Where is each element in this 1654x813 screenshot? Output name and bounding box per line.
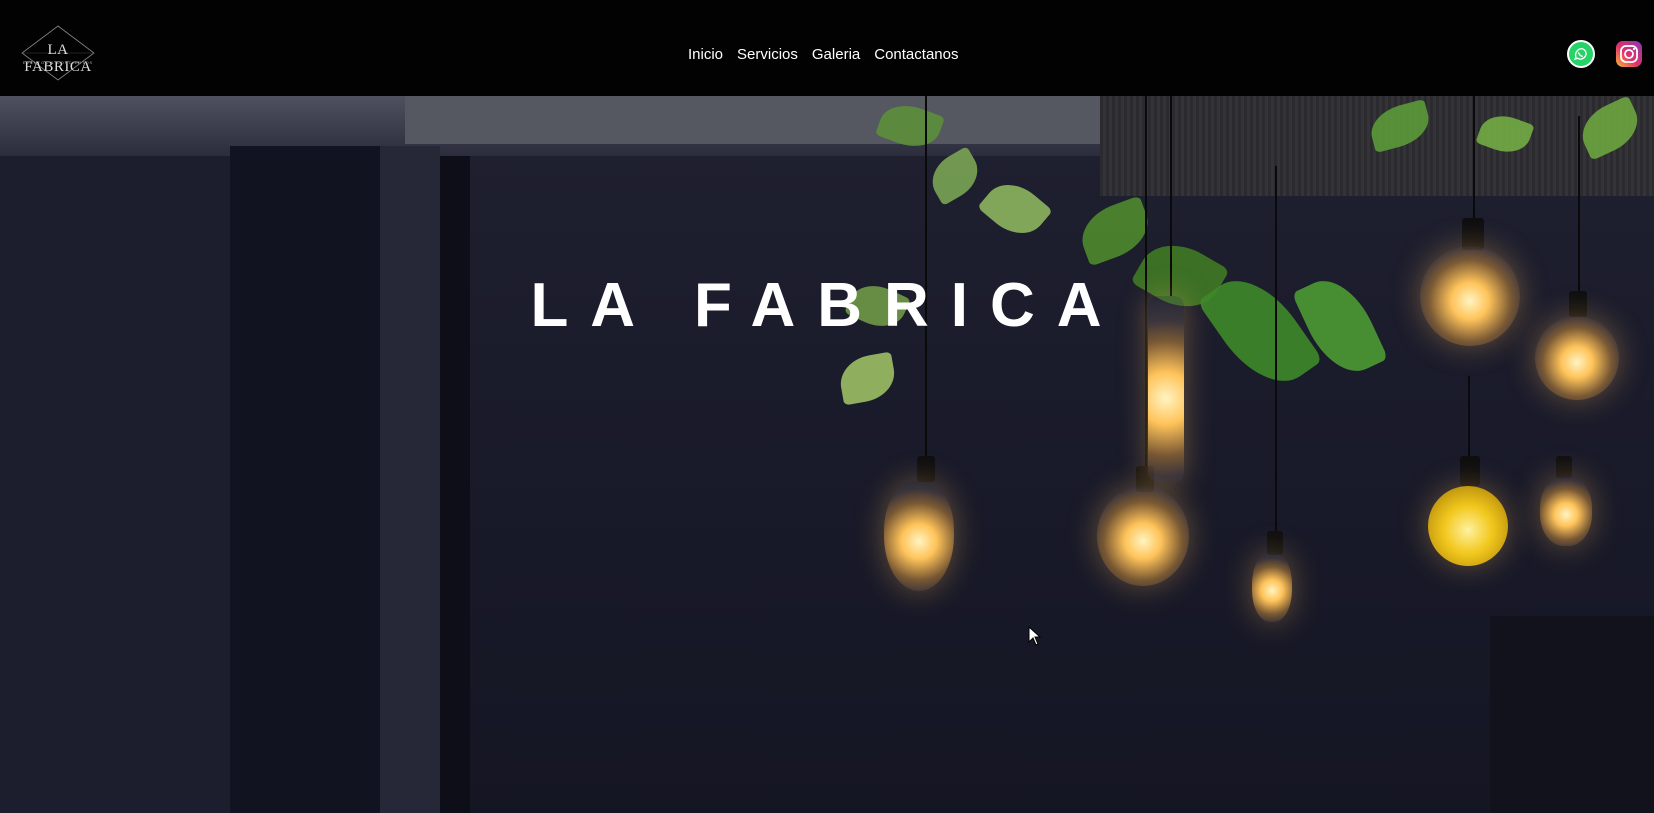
hero-dark-wall (1490, 616, 1654, 813)
nav-galeria[interactable]: Galeria (812, 46, 860, 63)
lamp-socket (1460, 456, 1480, 486)
nav-servicios[interactable]: Servicios (737, 46, 798, 63)
lamp-cord (1578, 116, 1580, 296)
mouse-cursor-icon (1028, 626, 1042, 646)
hero-pillar (440, 156, 470, 813)
site-header: LA FABRICA EVENTOS & CONCIERTOS Inicio S… (0, 0, 1654, 96)
whatsapp-icon[interactable] (1567, 40, 1595, 68)
light-bulb (1097, 486, 1189, 586)
leaf (1073, 195, 1157, 267)
light-bulb (1540, 476, 1592, 546)
logo-text: LA FABRICA (24, 42, 92, 75)
hero-title: LA FABRICA (530, 271, 1124, 340)
hero-pillar (230, 146, 380, 813)
hero-pillar (380, 146, 440, 813)
lamp-socket (1556, 456, 1572, 478)
lamp-cord (1275, 166, 1277, 536)
leaf (977, 172, 1053, 246)
lamp-cord (1468, 376, 1470, 466)
instagram-icon[interactable] (1616, 41, 1642, 67)
hero-banner: LA FABRICA (0, 96, 1654, 813)
light-bulb (1252, 552, 1292, 622)
leaf (836, 351, 899, 406)
light-bulb (884, 481, 954, 591)
site-logo[interactable]: LA FABRICA EVENTOS & CONCIERTOS (18, 24, 98, 82)
hero-left-wall (0, 156, 230, 813)
lamp-socket (917, 456, 935, 482)
main-nav: Inicio Servicios Galeria Contactanos (688, 46, 958, 63)
hero-slab (405, 96, 1140, 144)
light-bulb (1428, 486, 1508, 566)
nav-inicio[interactable]: Inicio (688, 46, 723, 63)
lamp-cord (1170, 96, 1172, 296)
lamp-cord (1473, 96, 1475, 226)
logo-subtext: EVENTOS & CONCIERTOS (22, 60, 94, 65)
nav-contactanos[interactable]: Contactanos (874, 46, 958, 63)
